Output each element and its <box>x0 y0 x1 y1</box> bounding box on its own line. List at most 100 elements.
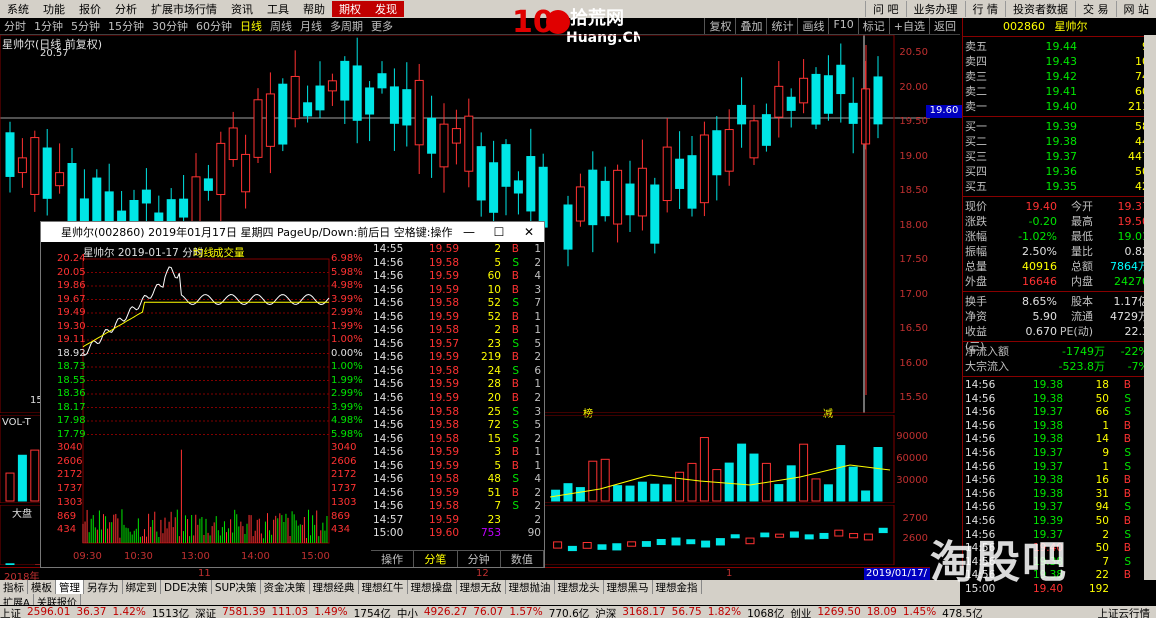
period-tab[interactable]: 60分钟 <box>192 18 236 34</box>
indicator-tab[interactable]: 模板 <box>28 580 56 594</box>
candle-body <box>687 155 697 209</box>
indicator-tab[interactable]: 绑定到 <box>123 580 161 594</box>
indicator-tab[interactable]: 理想抛油 <box>506 580 555 594</box>
tick-side: S <box>512 364 519 377</box>
tick-volume: 2 <box>494 324 501 337</box>
tab-extend-a[interactable]: 扩展A <box>0 594 34 609</box>
menu-item-news[interactable]: 资讯 <box>224 1 260 17</box>
stats-list: 现价 19.40 今开 19.37 涨跌 -0.20 最高 19.50 涨幅 -1.02% 最低 19… <box>963 199 1156 289</box>
candle-body <box>216 142 226 196</box>
tool-mark-button[interactable]: 标记 <box>857 18 889 34</box>
candle-body <box>848 102 858 124</box>
tick-count: 90 <box>527 527 541 540</box>
trade-tick-row: 14:56 19.38 50 S <box>963 393 1156 407</box>
tool-stats-button[interactable]: 统计 <box>766 18 797 34</box>
candle-body <box>17 157 27 174</box>
ask-row: 卖五19.449 <box>963 39 1156 54</box>
indicator-tab[interactable]: 资金决策 <box>261 580 310 594</box>
period-tab[interactable]: 1分钟 <box>30 18 67 34</box>
tool-watchlist-button[interactable]: +自选 <box>888 18 929 34</box>
indicator-tab[interactable]: 理想操盘 <box>408 580 457 594</box>
intraday-chart[interactable]: 星帅尔 2019-01-17 分时 均线 成交量 20.24 20.05 19.86… <box>41 243 370 567</box>
menu-right-business[interactable]: 业务办理 <box>905 1 965 17</box>
right-vol-label: 1737 <box>331 483 357 495</box>
tick-side: B <box>1123 433 1131 446</box>
menu-item-function[interactable]: 功能 <box>36 1 72 17</box>
menu-item-help[interactable]: 帮助 <box>296 1 332 17</box>
indicator-tab[interactable]: 理想金指 <box>653 580 702 594</box>
menu-item-analysis[interactable]: 分析 <box>108 1 144 17</box>
index-candle <box>553 541 563 549</box>
period-tab[interactable]: 周线 <box>266 18 296 34</box>
flow-label: 大宗流入 <box>965 360 1009 373</box>
indicator-tab[interactable]: 另存为 <box>84 580 123 594</box>
indicator-tab[interactable]: 理想经典 <box>310 580 359 594</box>
index-candle <box>789 531 799 538</box>
indicator-tab[interactable]: 管理 <box>56 580 84 594</box>
menu-item-extended[interactable]: 扩展市场行情 <box>144 1 224 17</box>
tick-side: S <box>512 256 519 269</box>
indicator-tab[interactable]: 理想红牛 <box>359 580 408 594</box>
tab-related-quote[interactable]: 关联报价 <box>34 594 81 609</box>
indicator-tab[interactable]: DDE决策 <box>161 580 212 594</box>
tick-price: 19.59 <box>428 392 459 405</box>
close-icon[interactable]: ✕ <box>514 225 544 239</box>
period-tab[interactable]: 15分钟 <box>104 18 148 34</box>
index-candle <box>834 529 844 537</box>
side-toolbar[interactable] <box>1144 35 1156 580</box>
tab-values[interactable]: 数值 <box>501 551 544 567</box>
menu-item-quote[interactable]: 报价 <box>72 1 108 17</box>
tool-overlay-button[interactable]: 叠加 <box>735 18 766 34</box>
period-tab-daily[interactable]: 日线 <box>236 18 266 34</box>
tool-adjust-button[interactable]: 复权 <box>704 18 735 34</box>
period-tab[interactable]: 多周期 <box>326 18 367 34</box>
menu-item-tools[interactable]: 工具 <box>260 1 296 17</box>
menu-right-market[interactable]: 行 情 <box>964 1 1006 17</box>
stat-value: 2.50% <box>1022 245 1057 258</box>
menu-item-system[interactable]: 系统 <box>0 1 36 17</box>
tool-f10-button[interactable]: F10 <box>828 18 857 34</box>
period-tab-more[interactable]: 更多 <box>367 18 397 34</box>
indicator-tab[interactable]: 理想黑马 <box>604 580 653 594</box>
menu-right-trade[interactable]: 交 易 <box>1075 1 1116 17</box>
tick-side: B <box>511 392 519 405</box>
tab-ticks[interactable]: 分笔 <box>414 551 458 567</box>
menu-right-ask[interactable]: 问 吧 <box>865 1 906 17</box>
popup-titlebar[interactable]: 星帅尔(002860) 2019年01月17日 星期四 PageUp/Down:… <box>41 222 544 242</box>
ask-row: 卖四 19.43 10 <box>963 54 1156 69</box>
candle-body <box>489 162 499 213</box>
minimize-icon[interactable]: — <box>454 225 484 239</box>
quote-label: 卖四 <box>965 55 987 68</box>
indicator-tab[interactable]: 理想无敌 <box>457 580 506 594</box>
candle-body <box>92 177 102 222</box>
indicator-tab[interactable]: 指标 <box>0 580 28 594</box>
menu-right-site[interactable]: 网 站 <box>1115 1 1156 17</box>
tool-draw-button[interactable]: 画线 <box>797 18 828 34</box>
tick-price: 19.58 <box>428 500 459 513</box>
period-tab[interactable]: 5分钟 <box>67 18 104 34</box>
menu-right-investor[interactable]: 投资者数据 <box>1005 1 1075 17</box>
tick-price: 19.38 <box>1032 474 1063 487</box>
tick-volume: 9 <box>1102 446 1109 459</box>
period-tab[interactable]: 分时 <box>0 18 30 34</box>
tool-back-button[interactable]: 返回 <box>929 18 960 34</box>
tab-operate[interactable]: 操作 <box>371 551 415 567</box>
tab-minutes[interactable]: 分钟 <box>458 551 501 567</box>
indicator-tab[interactable]: SUP决策 <box>212 580 261 594</box>
volume-label-60000: 60000 <box>896 453 928 464</box>
menu-item-options[interactable]: 期权 <box>332 1 368 17</box>
candle-body <box>402 89 412 126</box>
intraday-popup-window[interactable]: 星帅尔(002860) 2019年01月17日 星期四 PageUp/Down:… <box>40 221 545 568</box>
maximize-icon[interactable]: ☐ <box>484 225 514 239</box>
period-tab[interactable]: 月线 <box>296 18 326 34</box>
candle-body <box>203 178 213 191</box>
period-tab[interactable]: 30分钟 <box>148 18 192 34</box>
popup-tick-list[interactable]: 14:55 19.59 2 B 1 14:56 19.58 5 S 2 14:56 19.59 60 B 4… <box>371 243 544 541</box>
stat-label: 总额 <box>1071 260 1093 273</box>
menu-item-discover[interactable]: 发现 <box>368 1 404 17</box>
tick-count: 2 <box>534 256 541 269</box>
tick-price: 19.59 <box>428 486 459 499</box>
tick-volume: 52 <box>487 297 501 310</box>
indicator-tab[interactable]: 理想龙头 <box>555 580 604 594</box>
candle-body <box>662 146 672 202</box>
